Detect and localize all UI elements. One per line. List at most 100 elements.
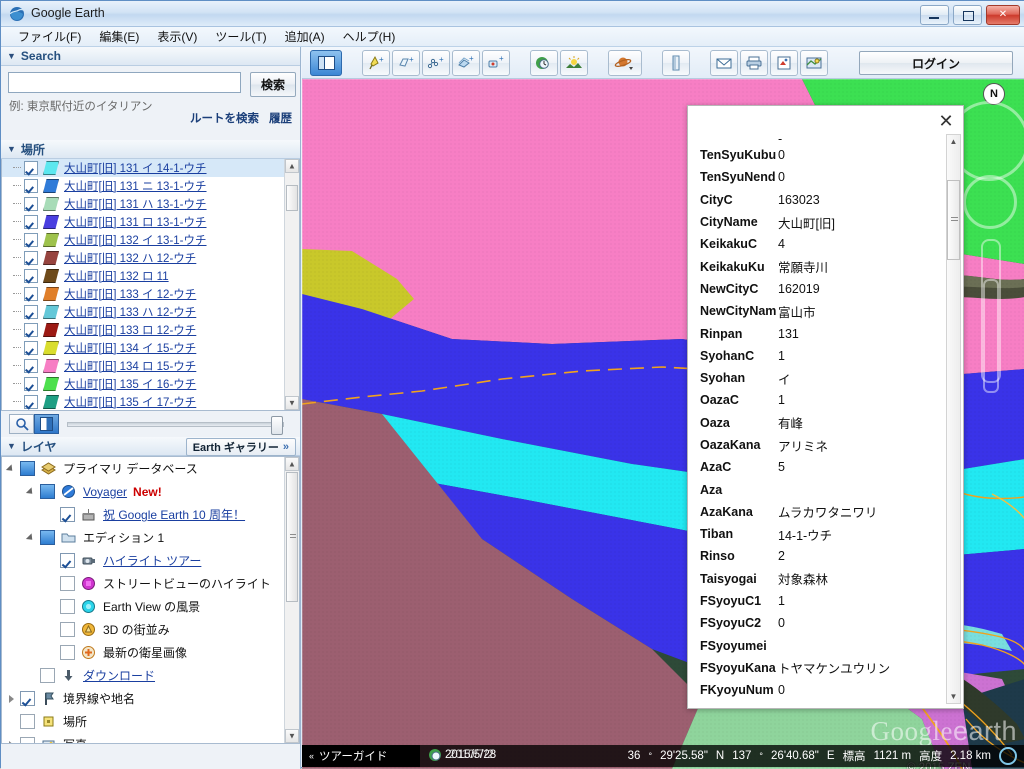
layers-list-item[interactable]: VoyagerNew! bbox=[2, 480, 284, 503]
popup-scroll-up-button[interactable]: ▲ bbox=[947, 135, 960, 148]
scroll-up-button[interactable]: ▲ bbox=[285, 457, 299, 471]
popup-scrollbar-thumb[interactable] bbox=[947, 180, 960, 260]
places-item-checkbox[interactable] bbox=[24, 395, 38, 409]
places-item-label[interactable]: 大山町[旧] 132 ハ 12-ウチ bbox=[64, 250, 196, 266]
expander-open-icon[interactable] bbox=[8, 464, 17, 473]
layer-label[interactable]: ハイライト ツアー bbox=[103, 552, 201, 569]
layer-checkbox[interactable] bbox=[40, 530, 55, 545]
opacity-slider-thumb[interactable] bbox=[271, 416, 283, 435]
layers-list-item[interactable]: ストリートビューのハイライト bbox=[2, 572, 284, 595]
places-item-checkbox[interactable] bbox=[24, 161, 38, 175]
places-list-item[interactable]: 大山町[旧] 134 ロ 15-ウチ bbox=[2, 357, 285, 375]
layer-label[interactable]: 場所 bbox=[63, 713, 87, 730]
menu-item-tools[interactable]: ツール(T) bbox=[206, 26, 275, 47]
popup-scroll-down-button[interactable]: ▼ bbox=[947, 690, 960, 703]
places-item-checkbox[interactable] bbox=[24, 359, 38, 373]
places-item-checkbox[interactable] bbox=[24, 341, 38, 355]
view-in-maps-button[interactable] bbox=[800, 50, 828, 76]
add-path-button[interactable]: + bbox=[422, 50, 450, 76]
places-item-label[interactable]: 大山町[旧] 133 ハ 12-ウチ bbox=[64, 304, 196, 320]
places-item-checkbox[interactable] bbox=[24, 377, 38, 391]
layer-checkbox[interactable] bbox=[60, 553, 75, 568]
layer-label[interactable]: Voyager bbox=[83, 485, 127, 499]
layer-checkbox[interactable] bbox=[20, 714, 35, 729]
sunlight-button[interactable] bbox=[560, 50, 588, 76]
earth-gallery-button[interactable]: Earth ギャラリー » bbox=[186, 438, 296, 456]
expander-closed-icon[interactable] bbox=[8, 740, 17, 743]
layers-list-item[interactable]: 写真 bbox=[2, 733, 284, 743]
layer-checkbox[interactable] bbox=[20, 461, 35, 476]
popup-close-icon[interactable]: ✕ bbox=[937, 112, 955, 130]
popup-scrollbar[interactable]: ▲ ▼ bbox=[946, 134, 961, 704]
layer-checkbox[interactable] bbox=[60, 507, 75, 522]
places-panel-header[interactable]: ▼ 場所 bbox=[1, 140, 300, 159]
layers-scrollbar[interactable]: ▲ ▼ bbox=[284, 457, 299, 743]
email-button[interactable] bbox=[710, 50, 738, 76]
places-list-item[interactable]: 大山町[旧] 134 イ 15-ウチ bbox=[2, 339, 285, 357]
add-polygon-button[interactable]: + bbox=[392, 50, 420, 76]
places-item-label[interactable]: 大山町[旧] 134 イ 15-ウチ bbox=[64, 340, 196, 356]
historical-imagery-button[interactable] bbox=[530, 50, 558, 76]
layer-label[interactable]: エディション 1 bbox=[83, 529, 164, 546]
expander-open-icon[interactable] bbox=[28, 487, 37, 496]
layer-checkbox[interactable] bbox=[40, 668, 55, 683]
places-item-checkbox[interactable] bbox=[24, 179, 38, 193]
history-link[interactable]: 履歴 bbox=[269, 110, 292, 126]
layers-list-item[interactable]: ダウンロード bbox=[2, 664, 284, 687]
layer-label[interactable]: 祝 Google Earth 10 周年！ bbox=[103, 506, 245, 523]
search-places-button[interactable] bbox=[9, 414, 34, 434]
places-list-item[interactable]: 大山町[旧] 133 イ 12-ウチ bbox=[2, 285, 285, 303]
layer-label[interactable]: ストリートビューのハイライト bbox=[103, 575, 271, 592]
route-search-link[interactable]: ルートを検索 bbox=[190, 110, 259, 126]
layer-label[interactable]: Earth View の風景 bbox=[103, 598, 200, 615]
places-item-label[interactable]: 大山町[旧] 131 ロ 13-1-ウチ bbox=[64, 214, 207, 230]
places-list-item[interactable]: 大山町[旧] 133 ロ 12-ウチ bbox=[2, 321, 285, 339]
toggle-sidebar-button[interactable] bbox=[310, 50, 342, 76]
search-button[interactable]: 検索 bbox=[250, 72, 296, 97]
layer-checkbox[interactable] bbox=[60, 576, 75, 591]
layers-list-item[interactable]: 祝 Google Earth 10 周年！ bbox=[2, 503, 284, 526]
scroll-up-button[interactable]: ▲ bbox=[285, 159, 299, 173]
places-list-item[interactable]: 大山町[旧] 132 ロ 11 bbox=[2, 267, 285, 285]
places-list-item[interactable]: 大山町[旧] 131 イ 14-1-ウチ bbox=[2, 159, 285, 177]
opacity-slider[interactable] bbox=[67, 422, 284, 427]
layer-checkbox[interactable] bbox=[40, 484, 55, 499]
menu-item-edit[interactable]: 編集(E) bbox=[90, 26, 148, 47]
places-list-item[interactable]: 大山町[旧] 132 イ 13-1-ウチ bbox=[2, 231, 285, 249]
layer-label[interactable]: 境界線や地名 bbox=[63, 690, 135, 707]
places-item-label[interactable]: 大山町[旧] 131 イ 14-1-ウチ bbox=[64, 160, 207, 176]
layer-label[interactable]: ダウンロード bbox=[83, 667, 155, 684]
menu-item-add[interactable]: 追加(A) bbox=[276, 26, 334, 47]
places-item-checkbox[interactable] bbox=[24, 251, 38, 265]
places-tree[interactable]: 大山町[旧] 131 イ 14-1-ウチ大山町[旧] 131 ニ 13-1-ウチ… bbox=[1, 159, 300, 411]
scrollbar-thumb[interactable] bbox=[286, 472, 298, 602]
places-item-checkbox[interactable] bbox=[24, 323, 38, 337]
maximize-button[interactable] bbox=[953, 5, 982, 25]
layers-list-item[interactable]: 境界線や地名 bbox=[2, 687, 284, 710]
opacity-toggle-button[interactable] bbox=[34, 414, 59, 434]
zoom-slider-track[interactable] bbox=[983, 279, 999, 393]
places-item-checkbox[interactable] bbox=[24, 197, 38, 211]
places-item-label[interactable]: 大山町[旧] 135 イ 16-ウチ bbox=[64, 376, 196, 392]
layer-checkbox[interactable] bbox=[20, 691, 35, 706]
scroll-down-button[interactable]: ▼ bbox=[285, 396, 299, 410]
expander-closed-icon[interactable] bbox=[8, 694, 17, 703]
places-scrollbar[interactable]: ▲ ▼ bbox=[284, 159, 299, 410]
layer-checkbox[interactable] bbox=[60, 599, 75, 614]
print-button[interactable] bbox=[740, 50, 768, 76]
places-item-label[interactable]: 大山町[旧] 131 ハ 13-1-ウチ bbox=[64, 196, 207, 212]
menu-item-help[interactable]: ヘルプ(H) bbox=[334, 26, 405, 47]
layer-checkbox[interactable] bbox=[20, 737, 35, 743]
ruler-button[interactable] bbox=[662, 50, 690, 76]
layers-list-item[interactable]: Earth View の風景 bbox=[2, 595, 284, 618]
layer-checkbox[interactable] bbox=[60, 622, 75, 637]
places-item-label[interactable]: 大山町[旧] 132 ロ 11 bbox=[64, 268, 169, 284]
add-image-overlay-button[interactable]: + bbox=[452, 50, 480, 76]
record-tour-button[interactable]: + bbox=[482, 50, 510, 76]
layers-list-item[interactable]: エディション 1 bbox=[2, 526, 284, 549]
layer-label[interactable]: 3D の街並み bbox=[103, 621, 170, 638]
close-button[interactable]: ✕ bbox=[986, 5, 1020, 25]
places-list-item[interactable]: 大山町[旧] 131 ハ 13-1-ウチ bbox=[2, 195, 285, 213]
menu-item-view[interactable]: 表示(V) bbox=[148, 26, 206, 47]
layers-list-item[interactable]: 最新の衛星画像 bbox=[2, 641, 284, 664]
